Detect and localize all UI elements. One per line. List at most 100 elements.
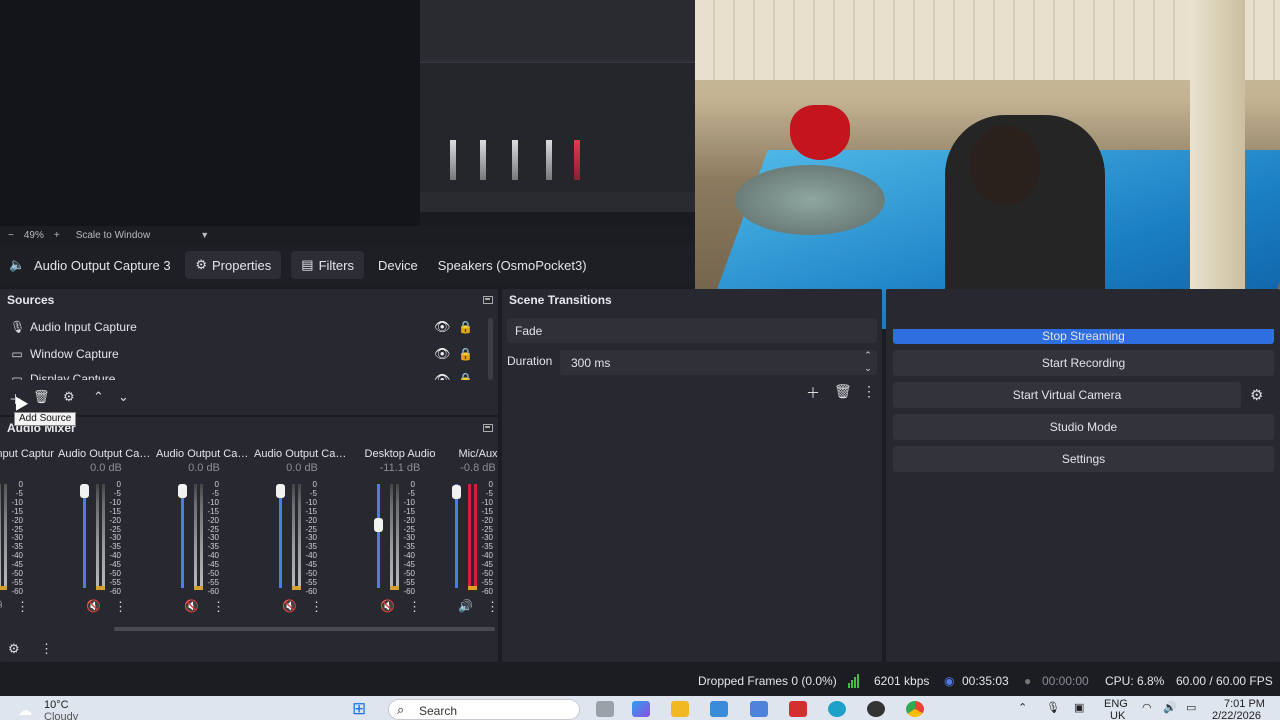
add-transition-button[interactable]: ＋ — [806, 383, 820, 403]
microphone-icon[interactable]: 🎙 — [1046, 701, 1060, 714]
menu-dots-icon[interactable]: ⋮ — [310, 599, 323, 615]
source-item-audio-input-capture[interactable]: 🎙 Audio Input Capture 👁 🔒 — [0, 313, 490, 340]
eye-icon[interactable]: 👁 — [434, 346, 451, 362]
zoom-out-button[interactable]: − — [8, 230, 14, 241]
language[interactable]: ENG — [1104, 698, 1128, 710]
volume-fader-track[interactable] — [377, 484, 380, 588]
channel-db: 0.0 dB — [90, 462, 122, 474]
muted-speaker-icon[interactable]: 🔇 — [282, 599, 297, 613]
stop-streaming-button[interactable]: Stop Streaming — [893, 329, 1274, 344]
eye-icon[interactable]: 👁 — [434, 372, 451, 380]
weather-temp[interactable]: 10°C — [44, 699, 69, 711]
menu-dots-icon[interactable]: ⋮ — [862, 383, 876, 400]
app-icon[interactable] — [750, 701, 768, 717]
chevron-down-icon[interactable]: ▼ — [200, 230, 209, 240]
start-recording-button[interactable]: Start Recording — [893, 350, 1274, 376]
gear-icon[interactable]: ⚙ — [1250, 386, 1263, 404]
studio-mode-button[interactable]: Studio Mode — [893, 414, 1274, 440]
chevron-up-icon[interactable]: ⌃ — [1018, 701, 1027, 714]
level-meter — [468, 484, 471, 588]
device-label: Device — [377, 257, 418, 273]
copilot-icon[interactable] — [632, 701, 650, 717]
level-meter — [96, 484, 99, 588]
volume-fader-track[interactable] — [455, 484, 458, 588]
obs-icon[interactable] — [867, 701, 885, 717]
windows-start-icon[interactable]: ⊞ — [352, 699, 366, 719]
app-icon[interactable] — [789, 701, 807, 717]
level-meter — [0, 484, 1, 588]
menu-dots-icon[interactable]: ⋮ — [114, 599, 127, 615]
muted-speaker-icon[interactable]: 🔇 — [380, 599, 395, 613]
lock-icon[interactable]: 🔒 — [458, 372, 473, 380]
device-select[interactable]: Speakers (OsmoPocket3) — [429, 251, 695, 279]
sources-title: Sources — [7, 293, 55, 307]
gear-icon[interactable]: ⚙ — [63, 389, 75, 405]
chevron-up-icon[interactable]: ⌃ — [93, 389, 104, 405]
task-view-icon[interactable] — [596, 701, 614, 717]
chevron-up-icon[interactable]: ⌃ — [862, 349, 874, 362]
scene-transitions-title: Scene Transitions — [509, 293, 612, 307]
source-item-display-capture[interactable]: ▭ Display Capture 👁 🔒 — [0, 367, 490, 380]
speaker-icon[interactable]: 🔊 — [0, 599, 3, 613]
folder-icon[interactable] — [671, 701, 689, 717]
level-meter-peak — [292, 586, 301, 590]
advanced-audio-gear-icon[interactable]: ⚙ — [8, 641, 20, 657]
menu-dots-icon[interactable]: ⋮ — [40, 641, 53, 657]
monitor-icon[interactable]: ▣ — [1074, 701, 1084, 714]
muted-speaker-icon[interactable]: 🔇 — [184, 599, 199, 613]
duration-spinner[interactable]: ⌃ ⌄ — [862, 349, 874, 375]
selected-source-name: Audio Output Capture 3 — [34, 257, 171, 273]
trash-icon[interactable]: 🗑 — [33, 389, 50, 405]
level-meter-peak — [0, 586, 7, 590]
volume-fader-track[interactable] — [83, 484, 86, 588]
scale-mode-dropdown[interactable]: Scale to Window — [76, 230, 150, 241]
trash-icon[interactable]: 🗑 — [834, 383, 852, 400]
transition-select[interactable]: Fade — [507, 318, 877, 343]
edge-icon[interactable] — [828, 701, 846, 717]
sources-toolbar: ＋ 🗑 ⚙ ⌃ ⌄ — [0, 388, 498, 408]
duration-input[interactable]: 300 ms — [560, 350, 877, 375]
wifi-icon[interactable]: ◠ — [1142, 701, 1152, 714]
settings-button[interactable]: Settings — [893, 446, 1274, 472]
status-bar: Dropped Frames 0 (0.0%) 6201 kbps ◉ 00:3… — [0, 666, 1280, 694]
taskbar-search[interactable]: ⌕ Search — [388, 699, 580, 720]
volume-fader-handle[interactable] — [374, 518, 383, 533]
volume-fader-handle[interactable] — [276, 484, 285, 498]
store-icon[interactable] — [710, 701, 728, 717]
sources-scrollbar[interactable] — [488, 318, 493, 380]
menu-dots-icon[interactable]: ⋮ — [408, 599, 421, 615]
volume-fader-handle[interactable] — [80, 484, 89, 498]
volume-fader-handle[interactable] — [452, 484, 461, 499]
windows-taskbar: ☁ 10°C Cloudy ⊞ ⌕ Search ⌃ 🎙 ▣ ENG UK ◠ … — [0, 696, 1280, 720]
undock-icon[interactable] — [483, 296, 493, 304]
volume-fader-handle[interactable] — [178, 484, 187, 498]
undock-icon[interactable] — [483, 424, 493, 432]
menu-dots-icon[interactable]: ⋮ — [16, 599, 29, 615]
mixer-channel: Audio Output Captu 0.0 dB 0 -5 -10 -15 -20 -25-… — [156, 448, 254, 628]
filters-button[interactable]: ▤ Filters — [291, 251, 364, 279]
menu-dots-icon[interactable]: ⋮ — [212, 599, 225, 615]
clock-time[interactable]: 7:01 PM — [1224, 698, 1265, 710]
chrome-icon[interactable] — [906, 701, 924, 717]
volume-icon[interactable]: 🔊 — [1163, 701, 1177, 714]
lock-icon[interactable]: 🔒 — [458, 347, 473, 361]
battery-icon[interactable]: ▭ — [1186, 701, 1196, 714]
volume-fader-track[interactable] — [279, 484, 282, 588]
zoom-in-button[interactable]: + — [54, 230, 60, 241]
menu-dots-icon[interactable]: ⋮ — [486, 599, 499, 615]
properties-button[interactable]: ⚙ Properties — [185, 251, 282, 279]
volume-fader-track[interactable] — [181, 484, 184, 588]
muted-speaker-icon[interactable]: 🔇 — [86, 599, 101, 613]
source-item-window-capture[interactable]: ▭ Window Capture 👁 🔒 — [0, 340, 490, 367]
channel-name: Audio Input Captur — [0, 448, 54, 460]
level-meter — [298, 484, 301, 588]
eye-icon[interactable]: 👁 — [434, 319, 451, 335]
start-virtual-camera-button[interactable]: Start Virtual Camera — [893, 382, 1241, 408]
db-scale: 0 -5 -10 -15 -20 -25 -30 -35 -40 -45 -50 -55 -60 — [205, 480, 219, 597]
filter-icon: ▤ — [301, 257, 314, 272]
speaker-icon[interactable]: 🔊 — [458, 599, 473, 613]
chevron-down-icon[interactable]: ⌄ — [862, 362, 874, 375]
chevron-down-icon[interactable]: ⌄ — [118, 389, 129, 405]
lock-icon[interactable]: 🔒 — [458, 320, 473, 334]
mixer-scrollbar[interactable] — [114, 627, 495, 631]
